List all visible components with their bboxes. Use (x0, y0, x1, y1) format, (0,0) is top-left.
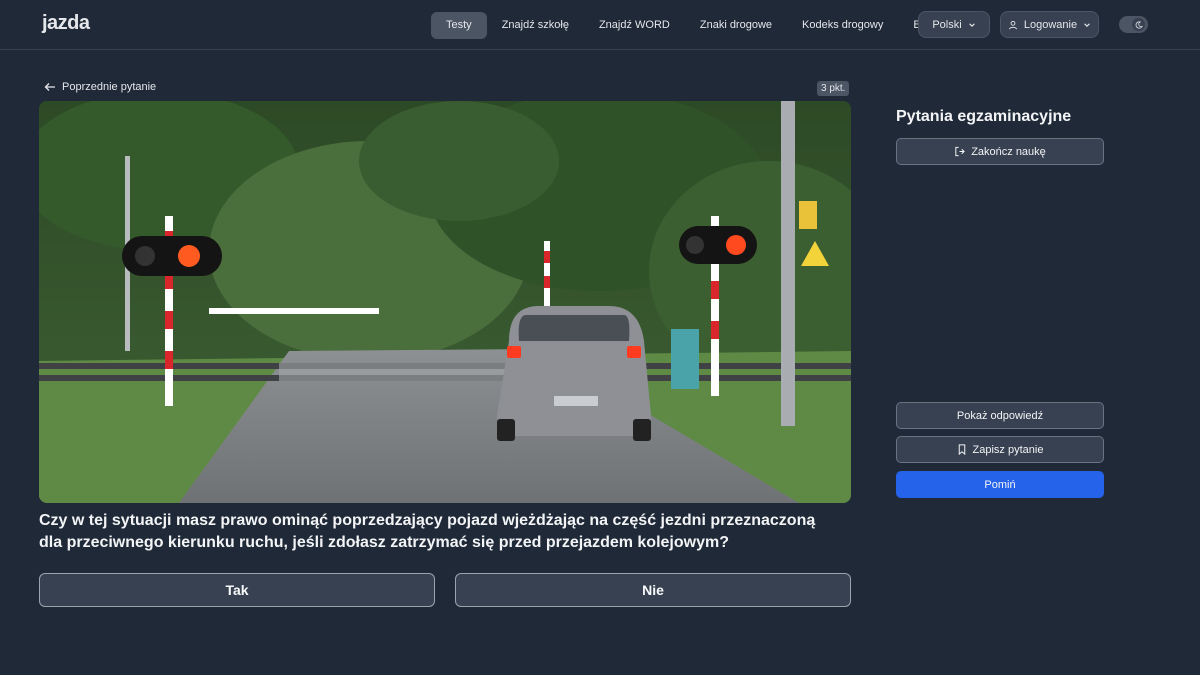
language-select[interactable]: Polski (918, 11, 990, 38)
login-button[interactable]: Logowanie (1000, 11, 1099, 38)
answer-no-button[interactable]: Nie (455, 573, 851, 607)
language-label: Polski (932, 18, 962, 31)
arrow-left-icon (44, 83, 55, 91)
nav-item-find-word[interactable]: Znajdź WORD (584, 12, 685, 39)
user-icon (1008, 20, 1017, 29)
show-answer-button[interactable]: Pokaż odpowiedź (896, 402, 1104, 429)
logo[interactable]: jazda (42, 12, 90, 35)
save-question-button[interactable]: Zapisz pytanie (896, 436, 1104, 463)
chevron-down-icon (968, 22, 975, 27)
save-question-label: Zapisz pytanie (972, 443, 1044, 456)
moon-icon (1132, 18, 1145, 31)
theme-toggle[interactable] (1119, 16, 1148, 33)
main-nav: Testy Znajdź szkołę Znajdź WORD Znaki dr… (431, 11, 950, 39)
chevron-down-icon (1084, 22, 1090, 27)
skip-button[interactable]: Pomiń (896, 471, 1104, 498)
top-header: jazda Testy Znajdź szkołę Znajdź WORD Zn… (0, 0, 1200, 50)
previous-question-label: Poprzednie pytanie (62, 81, 157, 93)
end-study-button[interactable]: Zakończ naukę (896, 138, 1104, 165)
show-answer-label: Pokaż odpowiedź (956, 409, 1044, 422)
nav-item-road-signs[interactable]: Znaki drogowe (685, 12, 787, 39)
sidebar-title: Pytania egzaminacyjne (896, 108, 1072, 125)
answer-yes-button[interactable]: Tak (39, 573, 435, 607)
nav-item-road-code[interactable]: Kodeks drogowy (787, 12, 898, 39)
skip-label: Pomiń (984, 478, 1016, 491)
question-image (39, 101, 851, 503)
question-text: Czy w tej sytuacji masz prawo ominąć pop… (39, 512, 816, 551)
points-badge: 3 pkt. (817, 81, 850, 96)
logo-text: jazda (42, 12, 90, 34)
car (497, 306, 651, 441)
previous-question-link[interactable]: Poprzednie pytanie (44, 81, 156, 93)
logout-icon (955, 146, 965, 157)
nav-item-testy[interactable]: Testy (431, 11, 487, 39)
login-label: Logowanie (1023, 18, 1078, 31)
bookmark-icon (958, 444, 965, 455)
nav-item-find-school[interactable]: Znajdź szkołę (487, 12, 584, 39)
end-study-label: Zakończ naukę (971, 145, 1046, 158)
railway-crossing-illustration (39, 101, 851, 503)
